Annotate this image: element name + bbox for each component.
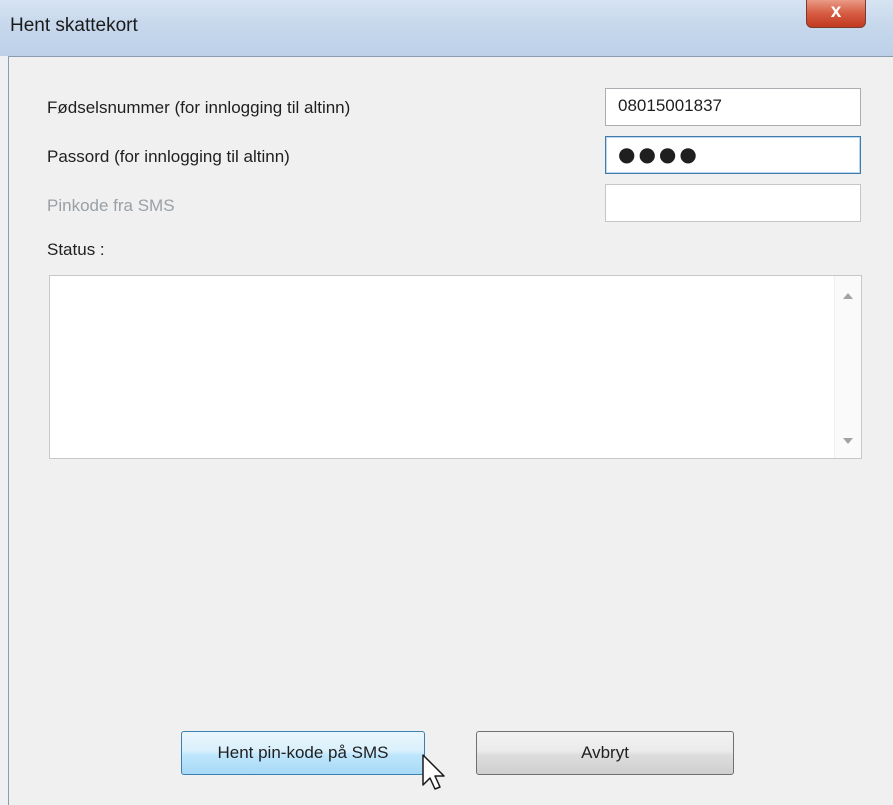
fodselsnummer-input[interactable]: 08015001837	[605, 88, 861, 126]
passord-value: ●●●●	[618, 142, 700, 166]
fodselsnummer-label: Fødselsnummer (for innlogging til altinn…	[47, 98, 351, 117]
passord-label: Passord (for innlogging til altinn)	[47, 147, 290, 166]
passord-input[interactable]: ●●●●	[605, 136, 861, 174]
scroll-down-arrow-icon[interactable]	[843, 438, 853, 444]
pinkode-label: Pinkode fra SMS	[47, 196, 175, 215]
close-icon: x	[830, 1, 842, 22]
dialog-body: Fødselsnummer (for innlogging til altinn…	[8, 56, 893, 805]
status-scrollbar[interactable]	[834, 276, 861, 458]
scroll-up-arrow-icon[interactable]	[843, 293, 853, 299]
close-button[interactable]: x	[806, 0, 866, 28]
status-textarea[interactable]	[49, 275, 862, 459]
status-label: Status :	[47, 240, 105, 259]
fodselsnummer-value: 08015001837	[618, 96, 723, 115]
title-bar[interactable]: Hent skattekort x	[0, 0, 893, 56]
mouse-cursor-icon	[422, 754, 445, 790]
hent-pin-kode-button[interactable]: Hent pin-kode på SMS	[181, 731, 425, 775]
window-title: Hent skattekort	[10, 15, 138, 36]
pinkode-input[interactable]	[605, 184, 861, 222]
avbryt-button[interactable]: Avbryt	[476, 731, 734, 775]
